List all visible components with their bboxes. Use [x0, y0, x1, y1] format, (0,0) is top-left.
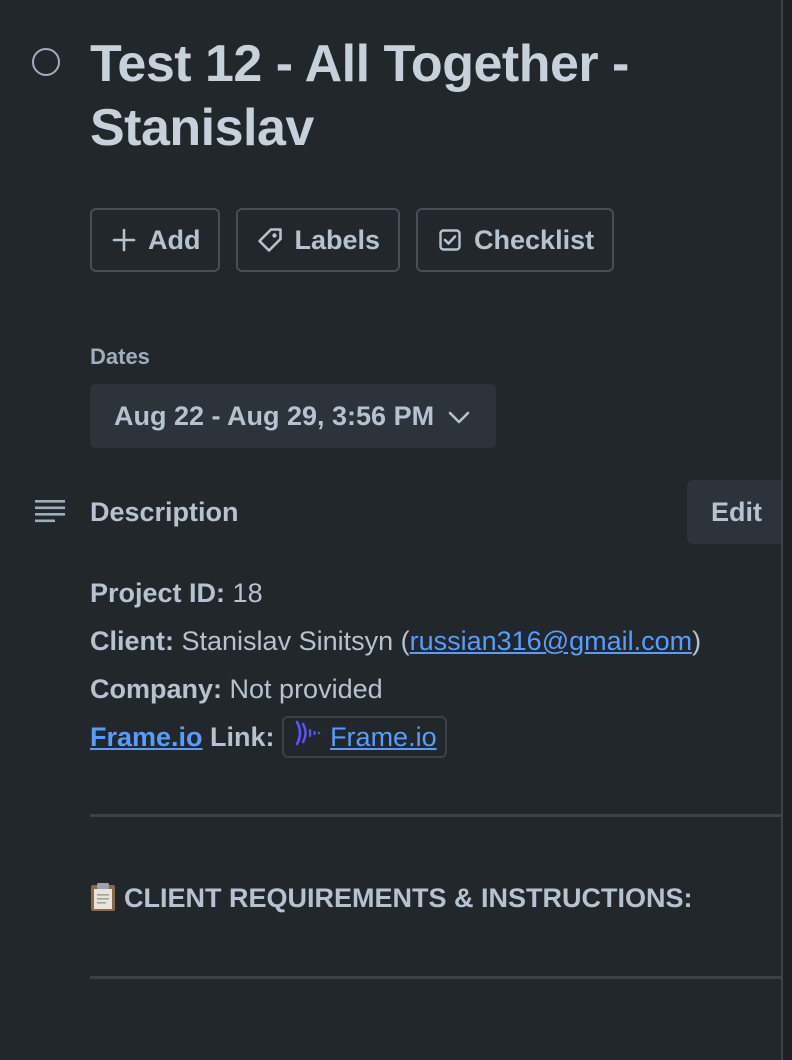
horizontal-rule: [90, 976, 782, 979]
client-label: Client:: [90, 626, 174, 656]
checklist-button-label: Checklist: [474, 224, 595, 255]
client-close-paren: ): [692, 626, 702, 656]
frameio-logo-icon: [294, 714, 322, 760]
panel-scroll-edge: [781, 0, 792, 1060]
dates-dropdown[interactable]: Aug 22 - Aug 29, 3:56 PM: [90, 384, 497, 448]
company-line: Company: Not provided: [90, 666, 780, 714]
frameio-smart-link[interactable]: Frame.io: [282, 714, 447, 760]
edit-description-button[interactable]: Edit: [687, 480, 783, 544]
frameio-link-label: Link:: [202, 722, 275, 752]
frameio-prefix-link[interactable]: Frame.io: [90, 722, 203, 752]
description-lines-icon: [34, 498, 66, 526]
company-label: Company:: [90, 674, 223, 704]
requirements-heading-text: CLIENT REQUIREMENTS & INSTRUCTIONS:: [124, 883, 693, 913]
plus-icon: [110, 226, 138, 254]
labels-button[interactable]: Labels: [236, 208, 401, 272]
dates-label: Dates: [90, 344, 150, 369]
project-id-value: 18: [232, 578, 263, 608]
chevron-down-icon: [448, 401, 470, 432]
checklist-icon: [436, 226, 464, 254]
card-title[interactable]: Test 12 - All Together - Stanislav: [90, 32, 730, 160]
labels-button-label: Labels: [294, 224, 381, 255]
description-body: Project ID: 18 Client: Stanislav Sinitsy…: [90, 570, 780, 762]
mark-complete-toggle[interactable]: [32, 48, 60, 76]
add-button-label: Add: [148, 224, 201, 255]
card-actions: Add Labels Checklist: [90, 208, 615, 272]
add-button[interactable]: Add: [90, 208, 221, 272]
client-line: Client: Stanislav Sinitsyn (russian316@g…: [90, 618, 780, 666]
client-name: Stanislav Sinitsyn (: [181, 626, 410, 656]
dates-value: Aug 22 - Aug 29, 3:56 PM: [114, 400, 435, 431]
clipboard-icon: [90, 882, 116, 912]
frameio-line: Frame.io Link: Frame.io: [90, 714, 780, 762]
horizontal-rule: [90, 814, 782, 817]
checklist-button[interactable]: Checklist: [416, 208, 615, 272]
frameio-smart-link-label: Frame.io: [330, 721, 437, 752]
project-id-line: Project ID: 18: [90, 570, 780, 618]
company-value: Not provided: [229, 674, 383, 704]
project-id-label: Project ID:: [90, 578, 226, 608]
card-detail-panel: Test 12 - All Together - Stanislav Add L…: [0, 0, 792, 1060]
requirements-heading: CLIENT REQUIREMENTS & INSTRUCTIONS:: [90, 880, 693, 916]
description-heading: Description: [90, 497, 239, 527]
label-tag-icon: [256, 226, 284, 254]
client-email-link[interactable]: russian316@gmail.com: [410, 626, 693, 656]
